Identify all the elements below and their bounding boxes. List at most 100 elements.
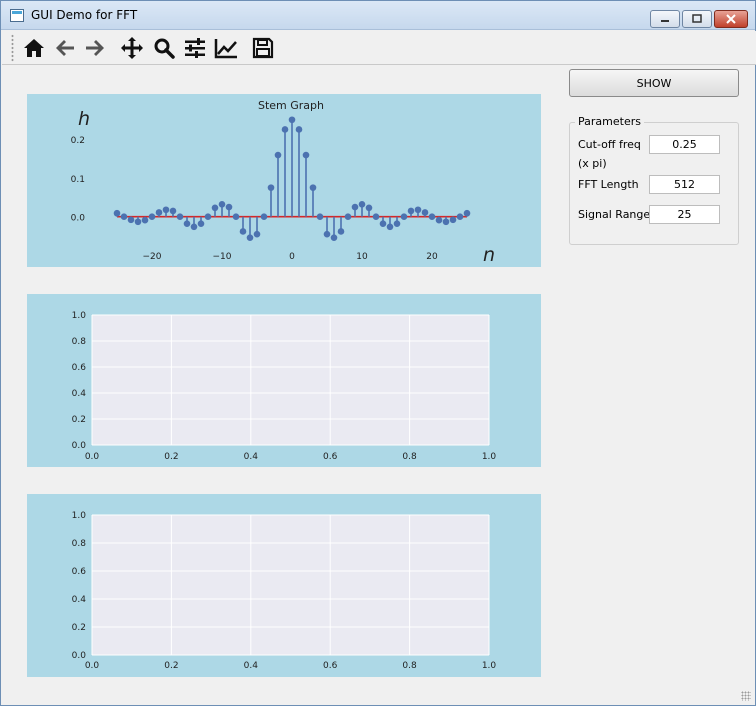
stem-marker (204, 213, 212, 221)
x-tick-label: −20 (143, 252, 162, 262)
stem-marker (232, 213, 240, 221)
app-window: GUI Demo for FFT Stem Graph h n 0.0 0.1 … (0, 0, 756, 706)
stem-marker (435, 216, 443, 224)
stem-marker (113, 209, 121, 217)
stem-marker (365, 204, 373, 212)
stem-marker (456, 213, 464, 221)
x-tick-label: 0.4 (244, 452, 259, 462)
stem-marker (442, 218, 450, 226)
stem-marker (134, 218, 142, 226)
empty-plot-2[interactable]: 0.0 0.2 0.4 0.6 0.8 1.0 0.0 0.2 0.4 0.6 0.8 1.0 (27, 494, 541, 677)
x-tick-label: 10 (356, 252, 368, 262)
stem-marker (295, 126, 303, 133)
plot-area (92, 515, 489, 655)
configure-subplots-button[interactable] (181, 34, 209, 62)
stem-marker (169, 207, 177, 215)
empty-plot-1[interactable]: 0.0 0.2 0.4 0.6 0.8 1.0 0.0 0.2 0.4 0.6 0.8 1.0 (27, 294, 541, 467)
stem-marker (379, 220, 387, 228)
navigation-toolbar (2, 31, 756, 65)
stem-marker (176, 213, 184, 221)
title-bar[interactable]: GUI Demo for FFT (1, 1, 755, 30)
y-tick-label: 0.0 (72, 441, 87, 451)
stem-marker (239, 228, 247, 235)
stem-marker (148, 213, 156, 221)
app-icon (10, 9, 24, 22)
stem-marker (386, 223, 394, 231)
stem-graph-panel: Stem Graph h n 0.0 0.1 0.2 −20 −10 0 10 20 (27, 94, 541, 267)
x-tick-label: 0.8 (402, 661, 417, 671)
stem-marker (246, 234, 254, 241)
stem-marker (449, 216, 457, 224)
stem-marker (190, 223, 198, 231)
stem-marker (267, 184, 275, 191)
stem-marker (414, 206, 422, 214)
stem-marker (253, 230, 261, 238)
y-tick-label: 0.6 (72, 567, 87, 577)
signal-range-label: Signal Range (578, 208, 651, 221)
y-axis-label: h (78, 108, 90, 130)
y-tick-label: 1.0 (72, 311, 87, 321)
stem-marker (225, 203, 233, 211)
y-tick-label: 0.8 (72, 337, 87, 347)
back-button[interactable] (51, 34, 79, 62)
save-button[interactable] (249, 34, 277, 62)
home-icon (24, 39, 44, 57)
resize-grip[interactable] (741, 691, 751, 701)
stem-marker (393, 220, 401, 228)
fft-length-input[interactable]: 512 (649, 175, 720, 194)
stem-marker (127, 216, 135, 224)
forward-arrow-icon (86, 40, 104, 56)
x-tick-label: 1.0 (482, 661, 497, 671)
fft-plot-panel-2: 0.0 0.2 0.4 0.6 0.8 1.0 0.0 0.2 0.4 0.6 0.8 1.0 (27, 494, 541, 677)
zoom-button[interactable] (150, 34, 178, 62)
y-tick-label: 1.0 (72, 511, 87, 521)
edit-axes-button[interactable] (212, 34, 240, 62)
stem-marker (400, 213, 408, 221)
axes-edit-icon (214, 39, 237, 59)
cutoff-unit-label: (x pi) (578, 157, 607, 170)
stem-marker (281, 126, 289, 133)
show-button[interactable]: SHOW (569, 69, 739, 97)
x-tick-label: 0.0 (85, 452, 100, 462)
stem-marker (323, 230, 331, 238)
home-button[interactable] (20, 34, 48, 62)
x-tick-label: 0.8 (402, 452, 417, 462)
x-tick-label: 0.2 (164, 452, 178, 462)
stem-marker (358, 201, 366, 208)
cutoff-freq-input[interactable]: 0.25 (649, 135, 720, 154)
stem-graph-chart[interactable]: Stem Graph h n 0.0 0.1 0.2 −20 −10 0 10 20 (27, 94, 541, 267)
stem-marker (330, 234, 338, 241)
x-tick-label: 0 (289, 252, 295, 262)
configure-subplots-icon (185, 38, 205, 58)
stem-marker (183, 220, 191, 228)
stem-marker (316, 213, 324, 221)
maximize-icon (692, 14, 702, 23)
maximize-button[interactable] (682, 10, 712, 28)
stem-marker (372, 213, 380, 221)
y-tick-label: 0.0 (72, 651, 87, 661)
signal-range-input[interactable]: 25 (649, 205, 720, 224)
fft-length-label: FFT Length (578, 178, 639, 191)
x-tick-label: 0.2 (164, 661, 178, 671)
parameters-title: Parameters (575, 115, 644, 128)
x-tick-label: 0.6 (323, 452, 338, 462)
pan-button[interactable] (118, 34, 146, 62)
toolbar-grip[interactable] (11, 34, 14, 62)
stem-marker (407, 207, 415, 215)
y-tick-label: 0.2 (72, 415, 86, 425)
stem-marker (162, 206, 170, 214)
close-icon (726, 14, 736, 24)
stem-marker (197, 220, 205, 228)
x-axis-label: n (483, 244, 495, 266)
stem-marker (428, 213, 436, 221)
minimize-button[interactable] (650, 10, 680, 28)
plot-area (92, 315, 489, 445)
stem-marker (309, 184, 317, 191)
save-icon (252, 37, 274, 59)
close-button[interactable] (714, 10, 748, 28)
x-tick-label: 20 (426, 252, 438, 262)
forward-button[interactable] (81, 34, 109, 62)
y-tick-label: 0.1 (71, 175, 85, 185)
back-arrow-icon (56, 40, 74, 56)
y-tick-label: 0.6 (72, 363, 87, 373)
